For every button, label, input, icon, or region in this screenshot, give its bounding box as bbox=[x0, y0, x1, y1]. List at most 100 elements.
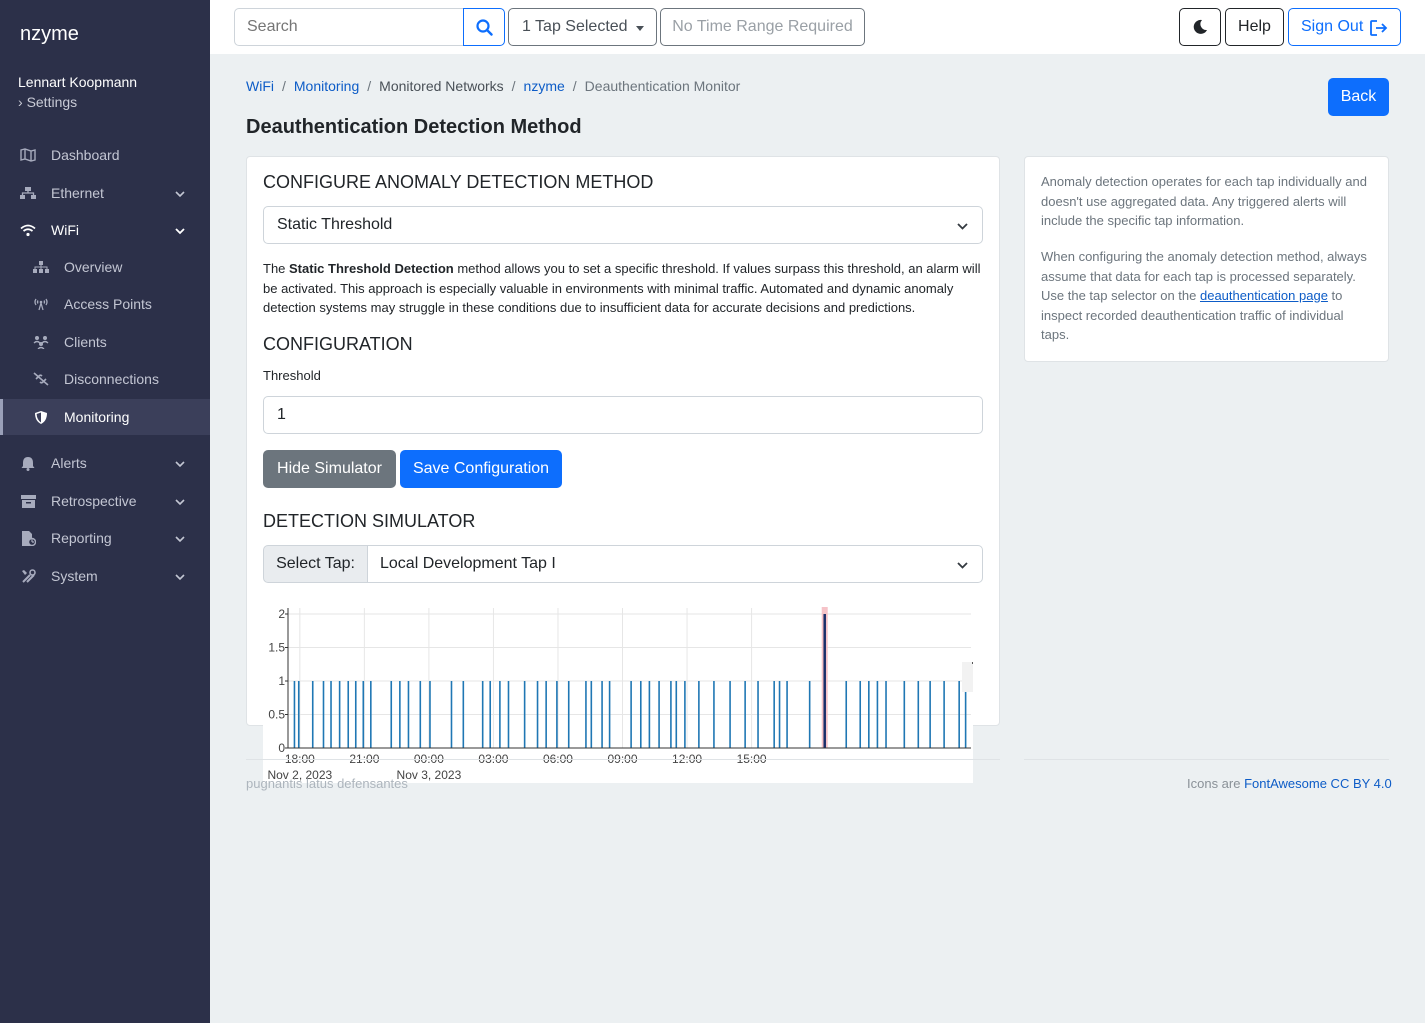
footer-credits-prefix: Icons are bbox=[1187, 776, 1245, 791]
save-configuration-button[interactable]: Save Configuration bbox=[400, 450, 562, 488]
clients-icon bbox=[33, 334, 49, 350]
y-tick-label: 1.5 bbox=[268, 641, 285, 655]
sidebar-item-label: Ethernet bbox=[51, 185, 104, 201]
caret-down-icon bbox=[636, 26, 644, 31]
top-bar: 1 Tap Selected No Time Range Required He… bbox=[210, 0, 1425, 54]
search-button[interactable] bbox=[463, 8, 505, 46]
sidebar-item-label: Clients bbox=[64, 334, 107, 350]
sign-out-button[interactable]: Sign Out bbox=[1288, 8, 1401, 46]
footer-motto: pugnantis latus defensantes bbox=[246, 776, 408, 791]
sidebar-item-overview[interactable]: Overview bbox=[0, 249, 210, 285]
sidebar-item-label: WiFi bbox=[51, 222, 79, 238]
time-range-button[interactable]: No Time Range Required bbox=[660, 8, 865, 46]
box-archive-icon bbox=[20, 493, 36, 509]
moon-icon bbox=[1193, 19, 1207, 34]
chevron-down-icon bbox=[174, 457, 186, 469]
breadcrumb-nzyme[interactable]: nzyme bbox=[524, 78, 565, 94]
sign-out-icon bbox=[1370, 20, 1388, 36]
info-paragraph-1: Anomaly detection operates for each tap … bbox=[1041, 174, 1367, 228]
desc-prefix: The bbox=[263, 261, 290, 276]
info-paragraph-2: When configuring the anomaly detection m… bbox=[1041, 247, 1371, 345]
breadcrumb-separator: / bbox=[367, 78, 372, 94]
network-icon bbox=[20, 185, 36, 201]
tap-selector-label: 1 Tap Selected bbox=[522, 18, 628, 35]
select-tap-label: Select Tap: bbox=[263, 545, 368, 583]
user-name[interactable]: Lennart Koopmann bbox=[18, 74, 137, 90]
page-title: Deauthentication Detection Method bbox=[246, 116, 582, 138]
sidebar-item-label: Monitoring bbox=[64, 409, 130, 425]
sidebar: nzyme Lennart Koopmann › Settings Dashbo… bbox=[0, 0, 210, 1023]
breadcrumb-monitoring[interactable]: Monitoring bbox=[294, 78, 359, 94]
settings-label: Settings bbox=[26, 94, 78, 110]
sidebar-item-access-points[interactable]: Access Points bbox=[0, 286, 210, 322]
sidebar-item-ethernet[interactable]: Ethernet bbox=[0, 175, 210, 211]
search-input[interactable] bbox=[234, 8, 464, 46]
chevron-down-icon bbox=[174, 495, 186, 507]
wifi-icon bbox=[20, 222, 36, 238]
sidebar-item-label: Access Points bbox=[64, 296, 152, 312]
y-tick-label: 1 bbox=[278, 674, 285, 688]
tap-selector-button[interactable]: 1 Tap Selected bbox=[508, 8, 657, 46]
sidebar-item-label: System bbox=[51, 568, 98, 584]
sidebar-item-label: Retrospective bbox=[51, 493, 137, 509]
configuration-heading: CONFIGURATION bbox=[263, 334, 413, 354]
sidebar-item-label: Overview bbox=[64, 259, 123, 275]
breadcrumb-separator: / bbox=[572, 78, 577, 94]
fontawesome-link[interactable]: FontAwesome CC BY 4.0 bbox=[1244, 776, 1392, 791]
footer-credits: Icons are FontAwesome CC BY 4.0 bbox=[1187, 776, 1392, 791]
detection-method-value: Static Threshold bbox=[277, 216, 393, 233]
y-tick-label: 0.5 bbox=[268, 708, 285, 722]
sidebar-item-reporting[interactable]: Reporting bbox=[0, 520, 210, 556]
bell-icon bbox=[20, 455, 36, 471]
link-slash-icon bbox=[33, 371, 49, 387]
brand-logo[interactable]: nzyme bbox=[20, 23, 79, 46]
chevron-down-icon bbox=[957, 562, 968, 569]
sidebar-item-disconnections[interactable]: Disconnections bbox=[0, 361, 210, 397]
search-icon bbox=[475, 18, 493, 36]
sidebar-item-label: Dashboard bbox=[51, 147, 120, 163]
modebar-tab bbox=[962, 662, 973, 692]
simulator-chart[interactable]: 0 0.5 1 1.5 2 18:00 21:00 00:00 03:00 06:00 09:00 1… bbox=[263, 600, 973, 783]
configure-method-heading: CONFIGURE ANOMALY DETECTION METHOD bbox=[263, 172, 654, 192]
deauthentication-page-link[interactable]: deauthentication page bbox=[1200, 288, 1328, 303]
tap-select[interactable]: Local Development Tap I bbox=[367, 545, 983, 583]
help-button[interactable]: Help bbox=[1225, 8, 1284, 46]
file-report-icon bbox=[20, 530, 36, 546]
hide-simulator-button[interactable]: Hide Simulator bbox=[263, 450, 396, 488]
chevron-down-icon bbox=[957, 223, 968, 230]
simulator-chart-svg: 00.511.5218:00 21:00 00:00 03:00 06:00 09:00 1… bbox=[267, 607, 973, 782]
threshold-label: Threshold bbox=[263, 368, 321, 383]
tap-select-group: Select Tap: Local Development Tap I bbox=[263, 545, 983, 583]
back-button[interactable]: Back bbox=[1328, 78, 1389, 116]
breadcrumb-separator: / bbox=[511, 78, 516, 94]
detection-simulator-heading: DETECTION SIMULATOR bbox=[263, 511, 476, 531]
sitemap-icon bbox=[33, 259, 49, 275]
sidebar-item-label: Disconnections bbox=[64, 371, 159, 387]
user-settings-link[interactable]: › Settings bbox=[18, 94, 77, 110]
detection-method-select[interactable]: Static Threshold bbox=[263, 206, 983, 244]
breadcrumb-wifi[interactable]: WiFi bbox=[246, 78, 274, 94]
tap-select-value: Local Development Tap I bbox=[380, 555, 556, 572]
sidebar-item-retrospective[interactable]: Retrospective bbox=[0, 483, 210, 519]
sidebar-item-alerts[interactable]: Alerts bbox=[0, 445, 210, 481]
breadcrumb-current: Deauthentication Monitor bbox=[584, 78, 741, 94]
sidebar-item-wifi[interactable]: WiFi bbox=[0, 212, 210, 248]
breadcrumb: WiFi / Monitoring / Monitored Networks /… bbox=[246, 78, 740, 94]
breadcrumb-separator: / bbox=[282, 78, 286, 94]
sidebar-item-system[interactable]: System bbox=[0, 558, 210, 594]
footer-divider bbox=[1024, 759, 1389, 760]
footer-divider bbox=[246, 759, 1000, 760]
shield-icon bbox=[33, 409, 49, 425]
sidebar-item-monitoring[interactable]: Monitoring bbox=[0, 399, 210, 435]
sidebar-item-clients[interactable]: Clients bbox=[0, 324, 210, 360]
threshold-input[interactable]: 1 bbox=[263, 396, 983, 434]
tower-broadcast-icon bbox=[33, 296, 49, 312]
chevron-down-icon bbox=[174, 187, 186, 199]
dark-mode-toggle[interactable] bbox=[1179, 8, 1221, 46]
desc-method-name: Static Threshold Detection bbox=[289, 261, 454, 276]
tools-icon bbox=[20, 568, 36, 584]
breadcrumb-monitored-networks: Monitored Networks bbox=[379, 78, 504, 94]
sidebar-item-dashboard[interactable]: Dashboard bbox=[0, 137, 210, 173]
chevron-down-icon bbox=[174, 570, 186, 582]
map-icon bbox=[20, 147, 36, 163]
